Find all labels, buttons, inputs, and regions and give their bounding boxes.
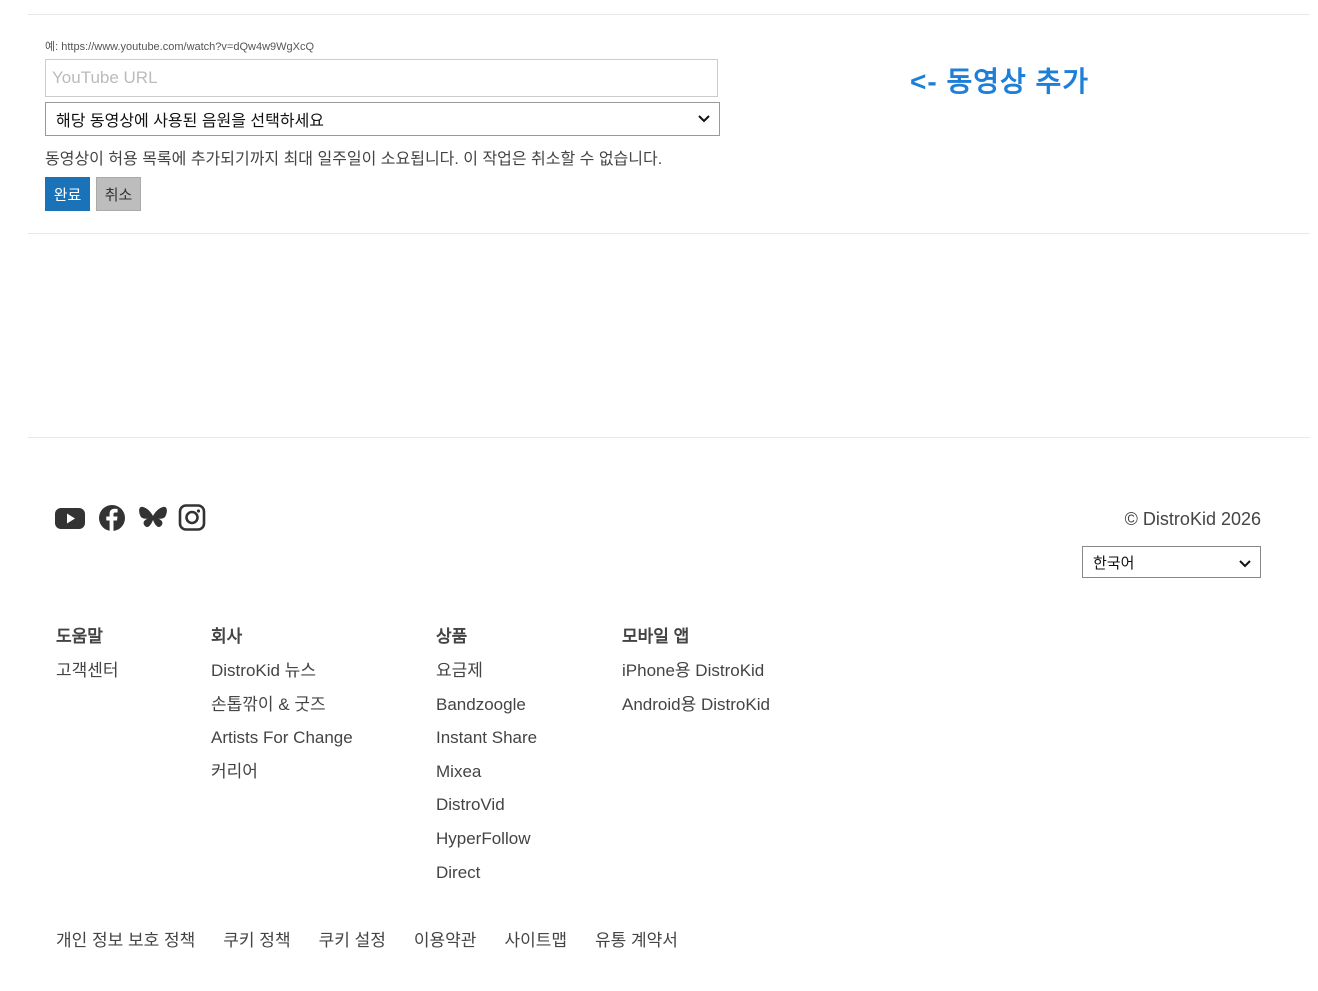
- footer-link-distrovid[interactable]: DistroVid: [436, 792, 537, 826]
- copyright-text: © DistroKid 2026: [1124, 509, 1261, 529]
- url-example-text: 예: https://www.youtube.com/watch?v=dQw4w…: [45, 41, 315, 53]
- footer-link-instant-share[interactable]: Instant Share: [436, 725, 537, 759]
- footer-column-help: 도움말 고객센터: [56, 622, 119, 692]
- song-select-value: 해당 동영상에 사용된 음원을 선택하세요: [56, 113, 325, 130]
- youtube-url-input[interactable]: [45, 59, 718, 97]
- bluesky-icon[interactable]: [138, 504, 168, 532]
- add-video-annotation: <- 동영상 추가: [910, 66, 1090, 97]
- youtube-icon[interactable]: [55, 504, 85, 532]
- song-select[interactable]: 해당 동영상에 사용된 음원을 선택하세요: [45, 102, 720, 136]
- distribution-agreement-link[interactable]: 유통 계약서: [595, 926, 678, 951]
- column-heading: 회사: [211, 627, 243, 646]
- footer-link-pricing[interactable]: 요금제: [436, 658, 537, 692]
- terms-link[interactable]: 이용약관: [414, 926, 477, 951]
- sitemap-link[interactable]: 사이트맵: [504, 926, 567, 951]
- footer-link-news[interactable]: DistroKid 뉴스: [211, 658, 353, 692]
- allowlist-note: 동영상이 허용 목록에 추가되기까지 최대 일주일이 소요됩니다. 이 작업은 …: [45, 151, 663, 168]
- form-divider: [28, 233, 1310, 234]
- column-heading: 도움말: [56, 627, 103, 646]
- footer-link-merch[interactable]: 손톱깎이 & 굿즈: [211, 692, 353, 726]
- top-divider: [28, 14, 1310, 15]
- footer-link-direct[interactable]: Direct: [436, 860, 537, 894]
- chevron-down-icon: [698, 115, 710, 123]
- footer-link-iphone-app[interactable]: iPhone용 DistroKid: [622, 658, 770, 692]
- footer-column-products: 상품 요금제 Bandzoogle Instant Share Mixea Di…: [436, 622, 537, 893]
- privacy-policy-link[interactable]: 개인 정보 보호 정책: [56, 926, 195, 951]
- footer-link-mixea[interactable]: Mixea: [436, 759, 537, 793]
- legal-links: 개인 정보 보호 정책 쿠키 정책 쿠키 설정 이용약관 사이트맵 유통 계약서: [56, 926, 678, 951]
- instagram-icon[interactable]: [178, 504, 208, 532]
- footer-link-support[interactable]: 고객센터: [56, 658, 119, 692]
- done-button[interactable]: 완료: [45, 177, 90, 211]
- cancel-button[interactable]: 취소: [96, 177, 141, 211]
- footer-link-android-app[interactable]: Android용 DistroKid: [622, 692, 770, 726]
- footer-column-company: 회사 DistroKid 뉴스 손톱깎이 & 굿즈 Artists For Ch…: [211, 622, 353, 792]
- footer-divider: [28, 437, 1310, 438]
- footer-link-bandzoogle[interactable]: Bandzoogle: [436, 692, 537, 726]
- cookie-policy-link[interactable]: 쿠키 정책: [223, 926, 290, 951]
- cookie-settings-link[interactable]: 쿠키 설정: [319, 926, 386, 951]
- chevron-down-icon: [1239, 560, 1251, 568]
- footer-link-hyperfollow[interactable]: HyperFollow: [436, 826, 537, 860]
- column-heading: 모바일 앱: [622, 627, 690, 646]
- footer-link-artists-for-change[interactable]: Artists For Change: [211, 725, 353, 759]
- language-select[interactable]: 한국어: [1082, 546, 1261, 578]
- footer-link-careers[interactable]: 커리어: [211, 759, 353, 793]
- language-select-value: 한국어: [1093, 554, 1135, 572]
- footer-column-mobile-apps: 모바일 앱 iPhone용 DistroKid Android용 DistroK…: [622, 622, 770, 725]
- facebook-icon[interactable]: [98, 504, 128, 532]
- column-heading: 상품: [436, 627, 468, 646]
